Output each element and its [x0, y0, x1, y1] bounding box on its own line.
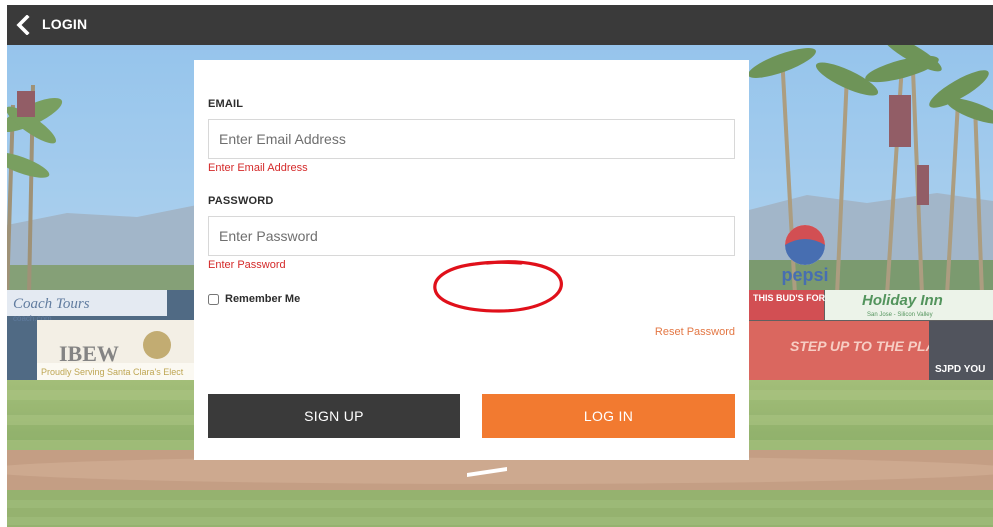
page-title: LOGIN — [42, 16, 88, 32]
log-in-button[interactable]: LOG IN — [482, 394, 735, 438]
remember-me-checkbox[interactable] — [208, 293, 219, 305]
email-error: Enter Email Address — [208, 162, 308, 174]
password-label: PASSWORD — [208, 195, 274, 207]
password-input[interactable] — [208, 216, 735, 256]
back-button[interactable] — [11, 11, 39, 39]
remember-me: Remember Me — [208, 293, 300, 305]
reset-password-link[interactable]: Reset Password — [655, 326, 735, 338]
remember-me-label: Remember Me — [225, 293, 301, 305]
chevron-left-icon — [16, 15, 30, 35]
app-frame: LOGIN pepsi Coach Tours coach.com IBEW P… — [7, 5, 993, 527]
login-card: EMAIL Enter Email Address PASSWORD Enter… — [194, 60, 749, 460]
password-error: Enter Password — [208, 259, 286, 271]
sign-up-button[interactable]: SIGN UP — [208, 394, 460, 438]
top-bar: LOGIN — [7, 5, 993, 45]
email-input[interactable] — [208, 119, 735, 159]
email-label: EMAIL — [208, 98, 244, 110]
